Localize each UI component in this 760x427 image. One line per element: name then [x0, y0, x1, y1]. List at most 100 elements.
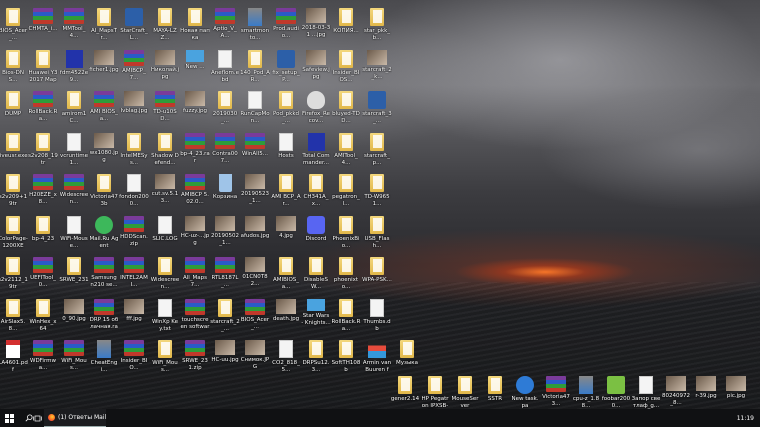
desktop-icon[interactable]: bp-4_23 [28, 216, 58, 256]
desktop-icon[interactable]: Thumbs.db [362, 299, 392, 339]
desktop-icon[interactable]: RTL8187L_... [210, 257, 240, 297]
desktop-icon[interactable]: starcraft_p... [362, 133, 392, 173]
desktop-icon[interactable]: WDFirmwa... [28, 340, 58, 380]
desktop-icon[interactable]: Total Commander... [301, 133, 331, 173]
desktop-icon[interactable]: WPA-PSK... [362, 257, 392, 297]
desktop-icon[interactable]: ficher1.jpg [89, 50, 119, 90]
task-view-button[interactable] [33, 409, 43, 427]
desktop-icon[interactable]: 2018-03-31 ...jpg [301, 8, 331, 48]
desktop-icon[interactable]: Николай.jpg [150, 50, 180, 90]
desktop-icon[interactable]: DRPSu12.3... [301, 340, 331, 380]
desktop-icon[interactable]: phoenixto... [331, 257, 361, 297]
taskbar-firefox-window[interactable]: (1) Ответы Mail.ru: К... [44, 409, 106, 427]
desktop-icon[interactable]: Mail.Ru Agent [89, 216, 119, 256]
desktop-icon[interactable]: Huawei Y3 2017 Maps... [28, 50, 58, 90]
desktop-icon[interactable]: RollBack.Ra... [331, 299, 361, 339]
desktop-icon[interactable]: touchscreen software.rar [180, 299, 210, 339]
desktop-icon[interactable]: starcraft_3_... [362, 91, 392, 131]
desktop-icon[interactable]: Prod.audio... [271, 8, 301, 48]
desktop-icon[interactable]: fuzzy.jpg [180, 91, 210, 131]
desktop-icon[interactable]: s2v208_19tr [28, 133, 58, 173]
desktop-icon[interactable]: WiFi_Mous... [59, 340, 89, 380]
desktop-icon[interactable]: DUMP [0, 91, 28, 131]
desktop-icon[interactable]: BIOS_Acer_... [0, 8, 28, 48]
desktop-icon[interactable]: wx1080.jpg [89, 133, 119, 173]
desktop-icon[interactable]: Insider_BIO... [119, 340, 149, 380]
desktop-icon[interactable]: Victoria473b [89, 174, 119, 214]
desktop-icon[interactable]: AMI BIOS_a... [89, 91, 119, 131]
desktop-icon[interactable]: Armin van Buuren fe... [362, 340, 392, 380]
desktop-icon[interactable]: Widescreen... [59, 174, 89, 214]
desktop-icon[interactable]: CHMTA_i... [28, 8, 58, 48]
desktop-icon[interactable]: CH341A_x... [301, 174, 331, 214]
desktop-icon[interactable]: Новая папка [180, 8, 210, 48]
desktop-icon[interactable]: UEFITool_0... [28, 257, 58, 297]
desktop-icon[interactable]: vcruntime1... [59, 133, 89, 173]
desktop-icon[interactable]: New ... [180, 50, 210, 90]
desktop-icon[interactable]: TD-u10SD... [150, 91, 180, 131]
desktop-icon[interactable]: liveusr.exe [0, 133, 28, 173]
clock[interactable]: 11:19 [737, 409, 754, 427]
desktop-icon[interactable]: HC-uu.jpg [210, 340, 240, 380]
desktop-icon[interactable]: DRP 15 облачная.rar [89, 299, 119, 339]
desktop-icon[interactable]: SRWE_231.zip [180, 340, 210, 380]
desktop-icon[interactable]: RunCapMon... [240, 91, 270, 131]
desktop-icon[interactable]: BIOS_Acer_... [240, 299, 270, 339]
desktop-icon[interactable]: pegatron_l... [331, 174, 361, 214]
desktop-icon[interactable]: 2019030_... [210, 91, 240, 131]
desktop-icon[interactable]: AMIBCP 5.02.0... [180, 174, 210, 214]
desktop-icon[interactable]: HDDScan.zip [119, 216, 149, 256]
desktop-icon[interactable]: AirSlax5.8... [0, 299, 28, 339]
desktop-icon[interactable]: IntelMESys... [119, 133, 149, 173]
desktop-icon[interactable]: AMI BCP_Ar... [271, 174, 301, 214]
desktop-icon[interactable]: WinAll5... [240, 133, 270, 173]
desktop-icon[interactable]: AMIBIOS_a... [271, 257, 301, 297]
desktop-icon[interactable]: Firefox_Recov... [301, 91, 331, 131]
desktop-icon[interactable]: s2v2112_19tr [0, 257, 28, 297]
desktop-icon[interactable]: Samsung n210 se... [89, 257, 119, 297]
desktop-icon[interactable]: Pod_pkkd_... [271, 91, 301, 131]
desktop-icon[interactable]: afudos.jpg [240, 216, 270, 256]
desktop-icon[interactable]: smartmonto... [240, 8, 270, 48]
desktop-icon[interactable]: LA4601.pdf [0, 340, 28, 380]
desktop-icon[interactable]: fondon2000... [119, 174, 149, 214]
desktop-icon[interactable]: fff.jpg [119, 299, 149, 339]
desktop-icon[interactable]: Aneflom.ebd [210, 50, 240, 90]
desktop-icon[interactable]: MAYA-LZZ... [150, 8, 180, 48]
desktop-icon[interactable]: H20EZE_x8... [28, 174, 58, 214]
desktop-icon[interactable]: SRWE_231 [59, 257, 89, 297]
desktop-icon[interactable]: AMIBCP_7... [119, 50, 149, 90]
desktop-icon[interactable]: Widescreen... [150, 257, 180, 297]
desktop-icon[interactable]: starcraft_2_k... [362, 50, 392, 90]
desktop-icon[interactable]: SLIC.LOG [150, 216, 180, 256]
desktop-icon[interactable]: 4.jpg [271, 216, 301, 256]
desktop-icon[interactable]: Ivblag.jpg [119, 91, 149, 131]
desktop-icon[interactable]: AI_MapsTr... [89, 8, 119, 48]
desktop-icon[interactable]: death.jpg [271, 299, 301, 339]
desktop-icon[interactable]: Bios-DNS... [0, 50, 28, 90]
desktop-icon[interactable]: MMTool_4... [59, 8, 89, 48]
desktop-icon[interactable]: TD-W9651... [362, 174, 392, 214]
desktop-icon[interactable]: Star Wars - Knights... [301, 299, 331, 339]
desktop-icon[interactable]: INTEL2AMI... [119, 257, 149, 297]
desktop-icon[interactable]: StarCraft_L... [119, 8, 149, 48]
desktop-icon[interactable]: Safeview.jpg [301, 50, 331, 90]
desktop-icon[interactable]: s2v209+19tr [0, 174, 28, 214]
desktop-icon[interactable]: fdm4522e9... [59, 50, 89, 90]
desktop-icon[interactable]: Снимок.JPG [240, 340, 270, 380]
desktop-icon[interactable]: Корзина [210, 174, 240, 214]
desktop-icon[interactable]: bp-4_23.rar [180, 133, 210, 173]
desktop-icon[interactable]: Aptio_V_A... [210, 8, 240, 48]
desktop-icon[interactable]: DisableSW... [301, 257, 331, 297]
desktop-icon[interactable]: fix_setup_P... [271, 50, 301, 90]
desktop-icon[interactable]: cut.sv.5.13... [150, 174, 180, 214]
desktop-icon[interactable]: SoftTH108b [331, 340, 361, 380]
desktop-icon[interactable]: bluyed-TDD... [331, 91, 361, 131]
desktop-icon[interactable]: CheatEngi... [89, 340, 119, 380]
desktop-icon[interactable]: RollBack.Ra... [28, 91, 58, 131]
desktop-icon[interactable]: WinHex_x64 [28, 299, 58, 339]
desktop-icon[interactable]: Shadow Defend... [150, 133, 180, 173]
desktop-icon[interactable]: Hosts [271, 133, 301, 173]
desktop-icon[interactable]: Музыка [392, 340, 422, 380]
desktop-icon[interactable]: ColorPage-1200XE [0, 216, 28, 256]
